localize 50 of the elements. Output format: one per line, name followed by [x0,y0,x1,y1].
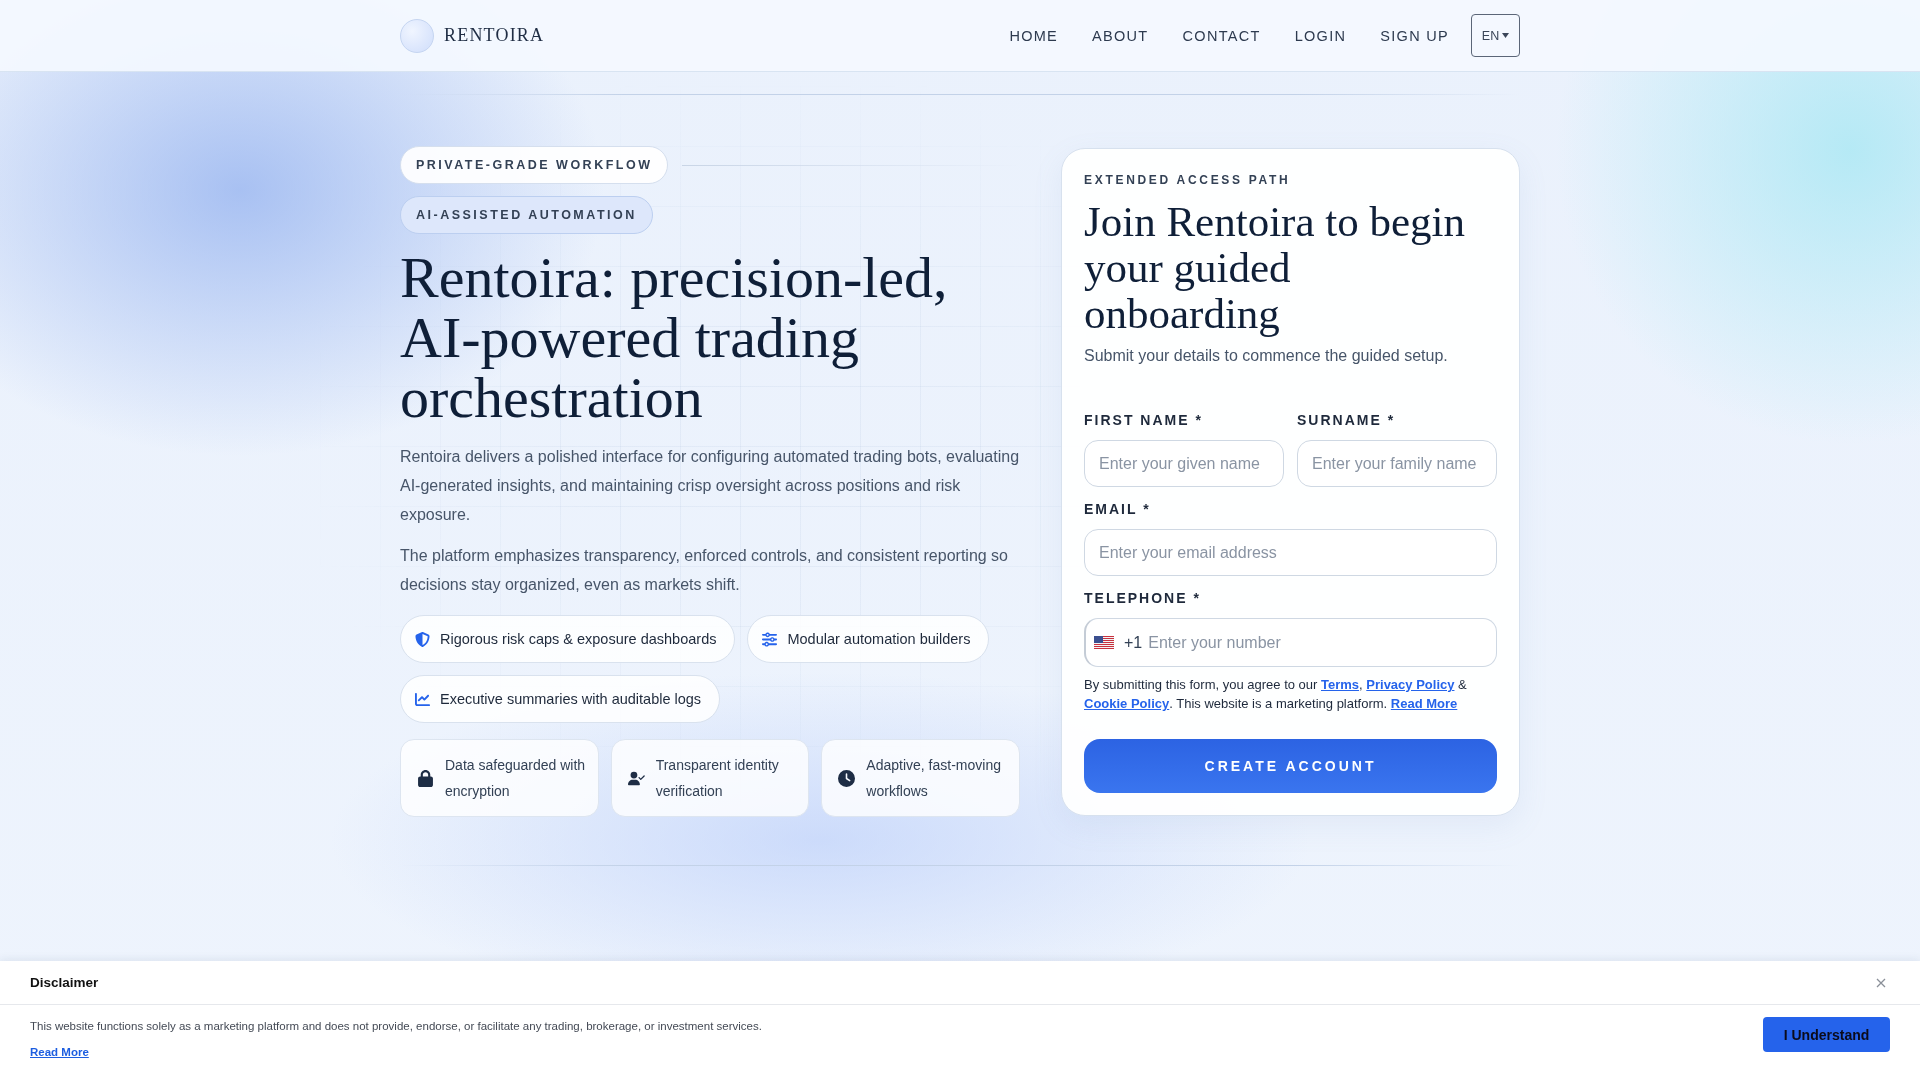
feature-text: Rigorous risk caps & exposure dashboards [440,631,717,647]
feature-text: Modular automation builders [787,631,971,647]
signup-title: Join Rentoira to begin your guided onboarding [1084,199,1466,337]
read-more-link[interactable]: Read More [30,1046,89,1058]
eyebrow-label: EXTENDED ACCESS PATH [1084,173,1292,187]
accept-button[interactable]: I Understand [1763,1017,1890,1052]
policy-link[interactable]: Cookie Policy [1084,696,1170,711]
field-label: EMAIL * [1084,501,1152,517]
clock-icon [838,769,856,787]
sliders-icon [762,631,778,647]
text-input[interactable]: Enter your family name [1297,440,1497,487]
highlight-text: Transparent identity verification [655,756,780,801]
dial-code: +1 [1124,633,1143,652]
line-chart-icon [415,691,430,707]
submit-button[interactable]: CREATE ACCOUNT [1084,739,1497,793]
highlight-text: Data safeguarded with encryption [445,756,587,801]
lock-icon [417,769,434,787]
disclaimer-title: Disclaimer [30,975,99,990]
category-tag: AI-ASSISTED AUTOMATION [400,196,653,234]
nav-link[interactable]: CONTACT [1182,27,1261,44]
category-tag: PRIVATE-GRADE WORKFLOW [400,146,669,184]
language-button[interactable]: EN [1471,14,1520,57]
shield-icon [415,631,430,647]
hero-title: Rentoira: precision-led, AI-powered trading orchestration [400,248,949,428]
email-input[interactable]: Enter your email address [1084,529,1497,576]
policy-link[interactable]: Privacy Policy [1366,677,1455,692]
caret-icon [1502,33,1510,38]
phone-field[interactable]: +1 Enter your number [1084,618,1497,667]
text-input[interactable]: Enter your given name [1084,440,1284,487]
nav-link[interactable]: LOGIN [1294,27,1347,44]
highlight-text: Adaptive, fast-moving workflows [866,756,1002,801]
logo-icon [400,18,434,53]
hero-paragraph: The platform emphasizes transparency, enforced controls, and consistent reporting so decisions stay organized, even as markets shift. [400,546,1009,595]
user-check-icon [627,769,645,787]
field-label: SURNAME * [1297,412,1397,428]
phone-input[interactable]: Enter your number [1148,627,1496,658]
policy-link[interactable]: Read More [1390,696,1458,711]
nav-link[interactable]: HOME [1009,27,1059,44]
nav-link[interactable]: ABOUT [1092,27,1149,44]
consent-text: By submitting this form, you agree to our Terms, Privacy Policy & Cookie Policy. This website is a marketing platform. Read More [1084,676,1468,713]
close-icon [1876,977,1886,988]
field-label: TELEPHONE * [1084,590,1202,606]
feature-text: Executive summaries with auditable logs [440,691,702,707]
signup-subtitle: Submit your details to commence the guided setup. [1084,347,1449,365]
nav-link[interactable]: SIGN UP [1380,27,1449,44]
field-label: FIRST NAME * [1084,412,1204,428]
hero-paragraph: Rentoira delivers a polished interface for configuring automated trading bots, evaluating AI-generated insights, and maintaining crisp oversight across positions and risk exposure. [400,447,1020,525]
disclaimer-text: This website functions solely as a marketing platform and does not provide, endorse, or facilitate any trading, brokerage, or investment services. [30,1020,762,1032]
brand-name: RENTOIRA [444,25,545,46]
flag-icon [1094,636,1114,649]
